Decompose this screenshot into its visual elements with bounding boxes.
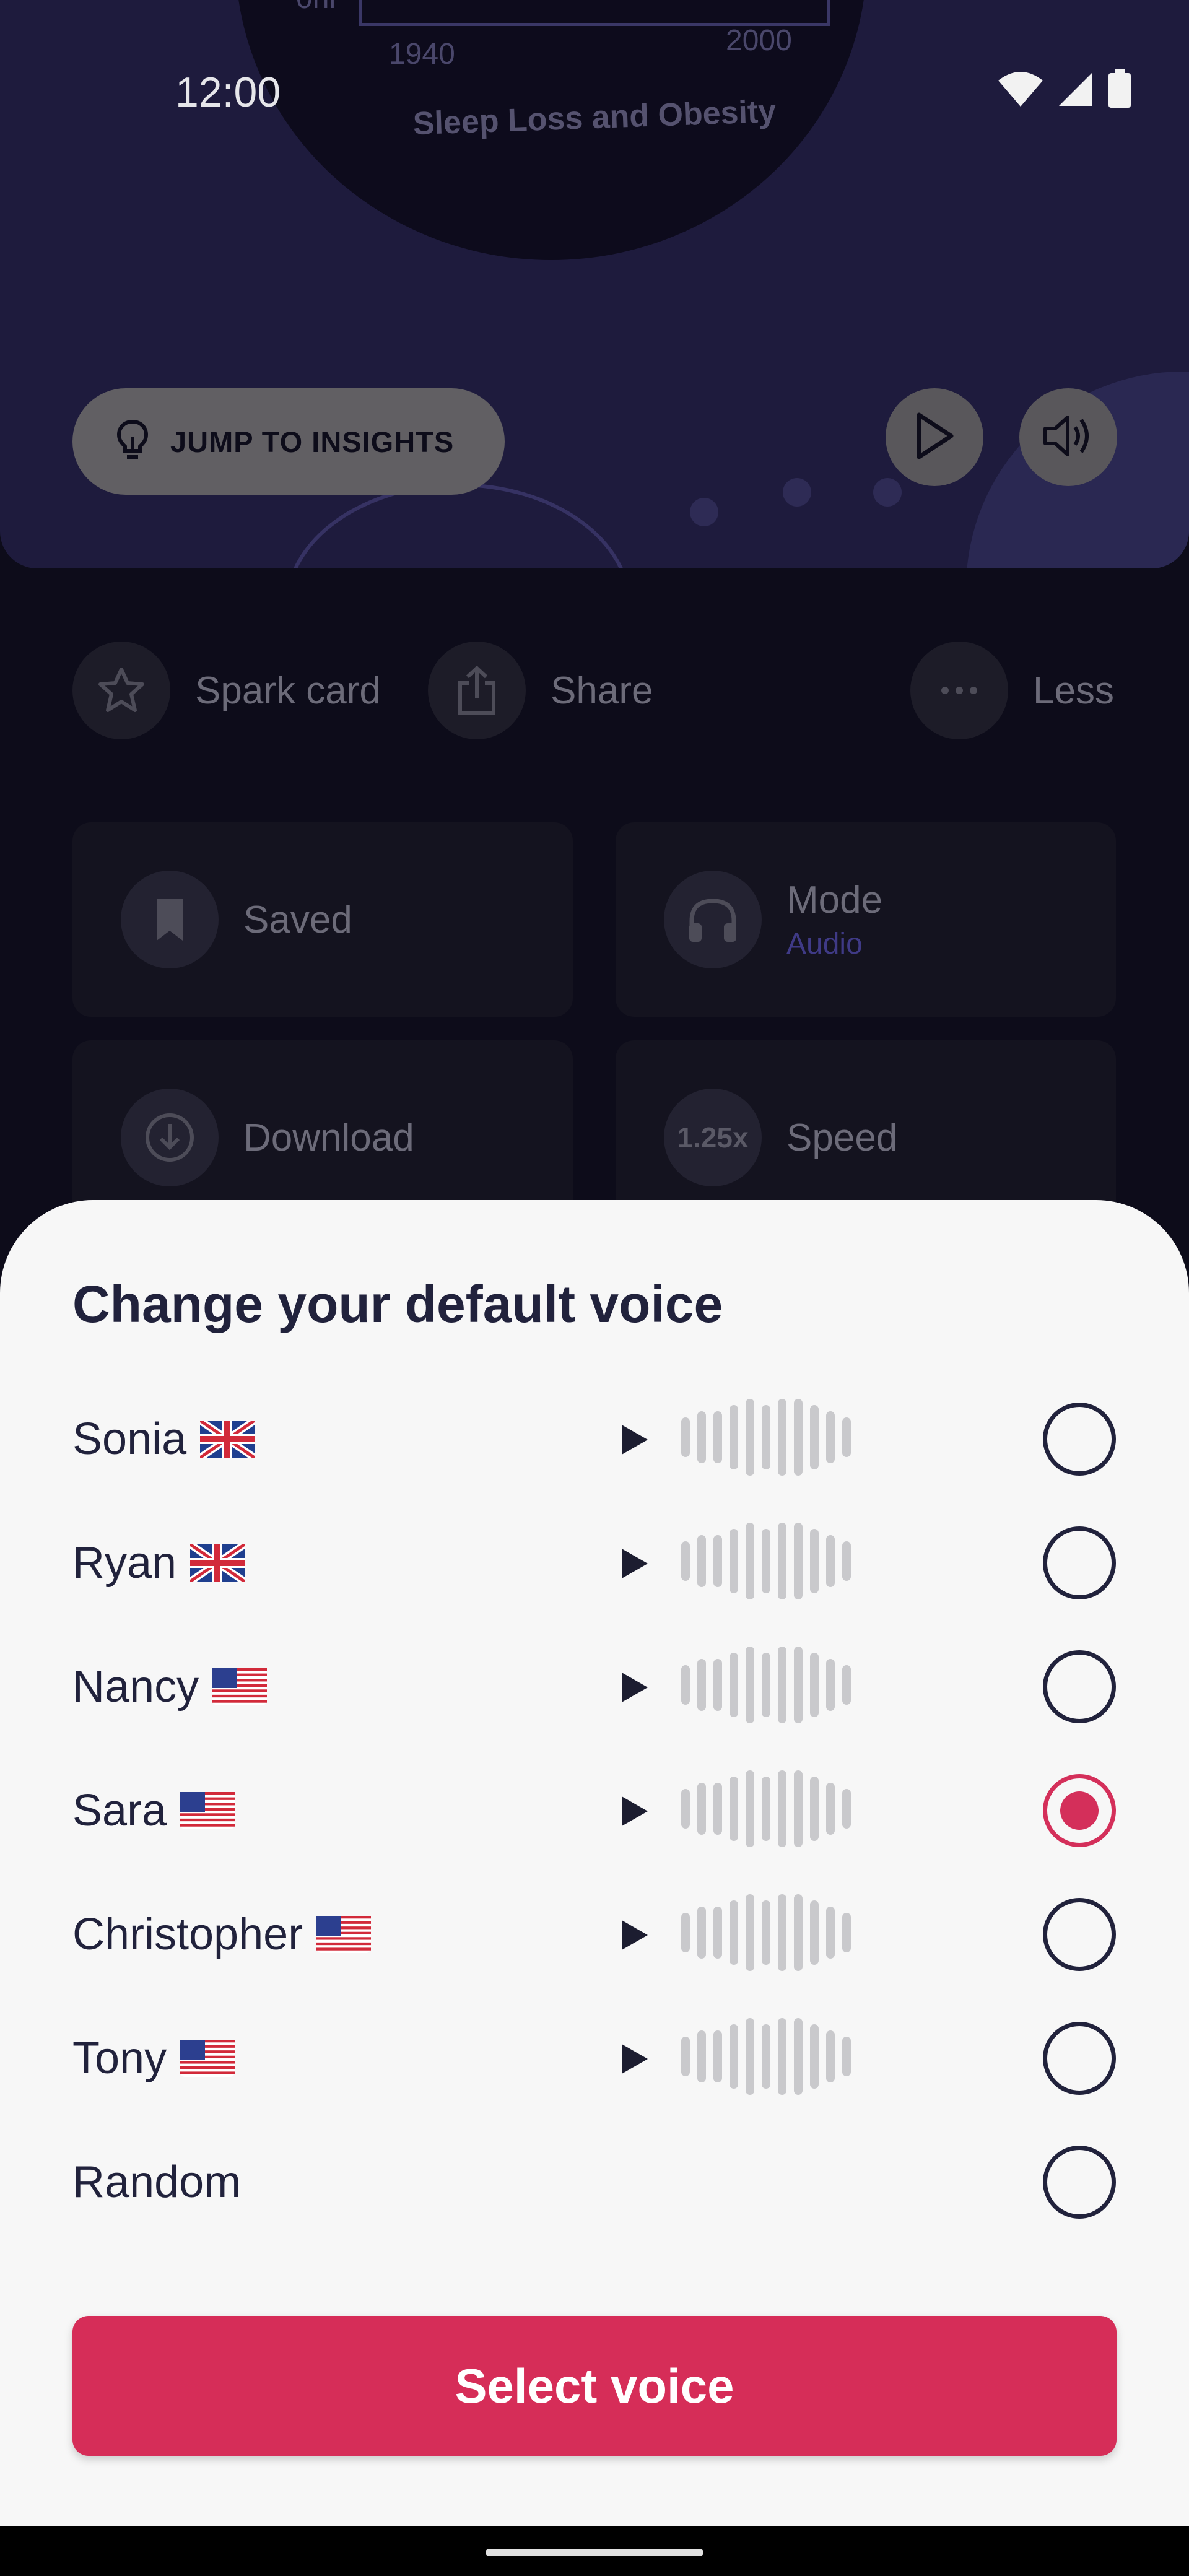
voice-name: Random (72, 2157, 241, 2208)
download-icon (121, 1089, 219, 1186)
radio-button[interactable] (1043, 1403, 1116, 1476)
play-sample-icon[interactable] (619, 1547, 649, 1580)
more-horizontal-icon (910, 642, 1008, 739)
hero-dot (873, 478, 902, 507)
download-label: Download (243, 1116, 414, 1159)
hero-curve (285, 483, 632, 568)
less-label: Less (1033, 669, 1114, 712)
signal-icon (1058, 71, 1094, 110)
radio-button[interactable] (1043, 1650, 1116, 1723)
voice-option-row[interactable]: Random (0, 2132, 1189, 2231)
waveform-icon (679, 1769, 856, 1848)
waveform-icon (679, 1893, 856, 1972)
waveform-icon (679, 2017, 856, 2096)
radio-button[interactable] (1043, 1898, 1116, 1971)
share-action[interactable]: Share (428, 642, 653, 739)
voice-name: Ryan (72, 1538, 247, 1592)
hero-chart-tick: 0hr (296, 0, 339, 15)
volume-icon (1040, 411, 1096, 464)
voice-name-text: Tony (72, 2034, 167, 2083)
voice-name: Christopher (72, 1909, 372, 1964)
waveform-icon (679, 1398, 856, 1477)
speed-badge: 1.25x (664, 1089, 762, 1186)
speed-value: 1.25x (677, 1121, 749, 1154)
battery-icon (1107, 69, 1132, 112)
hero-chart-tick: 1940 (389, 38, 455, 71)
voice-option-row[interactable]: Tony (0, 2008, 1189, 2107)
home-indicator[interactable] (486, 2549, 703, 2556)
play-sample-icon[interactable] (619, 2043, 649, 2075)
hero-dot (783, 478, 811, 507)
waveform-icon (679, 1521, 856, 1601)
radio-button[interactable] (1043, 1526, 1116, 1599)
jump-to-insights-label: JUMP TO INSIGHTS (170, 425, 455, 458)
waveform-icon (679, 1645, 856, 1725)
speed-label: Speed (786, 1116, 898, 1159)
share-label: Share (551, 669, 653, 712)
status-icons (997, 69, 1132, 112)
share-icon (428, 642, 526, 739)
us-flag-icon (316, 1913, 372, 1964)
play-icon (913, 411, 956, 464)
spark-icon (72, 642, 170, 739)
hero-chart-frame (359, 0, 830, 26)
hero-chart-tick: 2000 (726, 24, 792, 57)
voice-name-text: Sonia (72, 1414, 187, 1464)
spark-card-action[interactable]: Spark card (72, 642, 381, 739)
action-row: Spark card Share Less (0, 642, 1189, 741)
voice-option-row[interactable]: Nancy (0, 1637, 1189, 1736)
volume-button[interactable] (1019, 388, 1117, 486)
voice-name-text: Random (72, 2157, 242, 2207)
headphones-icon (664, 871, 762, 968)
jump-to-insights-button[interactable]: JUMP TO INSIGHTS (72, 388, 505, 495)
mode-value: Audio (786, 928, 863, 960)
us-flag-icon (180, 1789, 235, 1840)
voice-name: Sonia (72, 1414, 257, 1468)
spark-card-label: Spark card (195, 669, 381, 712)
play-sample-icon[interactable] (619, 1424, 649, 1456)
less-action[interactable]: Less (910, 642, 1114, 739)
voice-option-row[interactable]: Sonia (0, 1389, 1189, 1488)
hero-dot (690, 498, 718, 526)
voice-name-text: Christopher (72, 1910, 303, 1959)
play-sample-icon[interactable] (619, 1919, 649, 1951)
play-button[interactable] (886, 388, 983, 486)
uk-flag-icon (198, 1417, 257, 1468)
play-sample-icon[interactable] (619, 1671, 649, 1704)
radio-button[interactable] (1043, 2022, 1116, 2095)
voice-option-row[interactable]: Christopher (0, 1884, 1189, 1983)
voice-name-text: Ryan (72, 1538, 177, 1588)
voice-name-text: Sara (72, 1786, 167, 1835)
lightbulb-icon (116, 419, 149, 465)
mode-tile[interactable]: Mode Audio (616, 822, 1116, 1017)
voice-name-text: Nancy (72, 1662, 199, 1712)
saved-label: Saved (243, 898, 352, 941)
radio-button-selected[interactable] (1043, 1774, 1116, 1847)
play-sample-icon[interactable] (619, 1795, 649, 1827)
wifi-icon (997, 71, 1044, 111)
select-voice-button[interactable]: Select voice (72, 2316, 1117, 2456)
mode-label: Mode (786, 879, 883, 921)
us-flag-icon (212, 1665, 268, 1716)
saved-tile[interactable]: Saved (72, 822, 573, 1017)
status-time: 12:00 (175, 69, 281, 116)
voice-option-row[interactable]: Ryan (0, 1513, 1189, 1612)
voice-option-row[interactable]: Sara (0, 1760, 1189, 1860)
radio-button[interactable] (1043, 2146, 1116, 2219)
voice-name: Nancy (72, 1661, 268, 1716)
us-flag-icon (180, 2037, 235, 2087)
voice-name: Sara (72, 1785, 235, 1840)
sheet-title: Change your default voice (72, 1275, 723, 1333)
voice-name: Tony (72, 2033, 235, 2087)
bookmark-icon (121, 871, 219, 968)
uk-flag-icon (188, 1541, 247, 1592)
